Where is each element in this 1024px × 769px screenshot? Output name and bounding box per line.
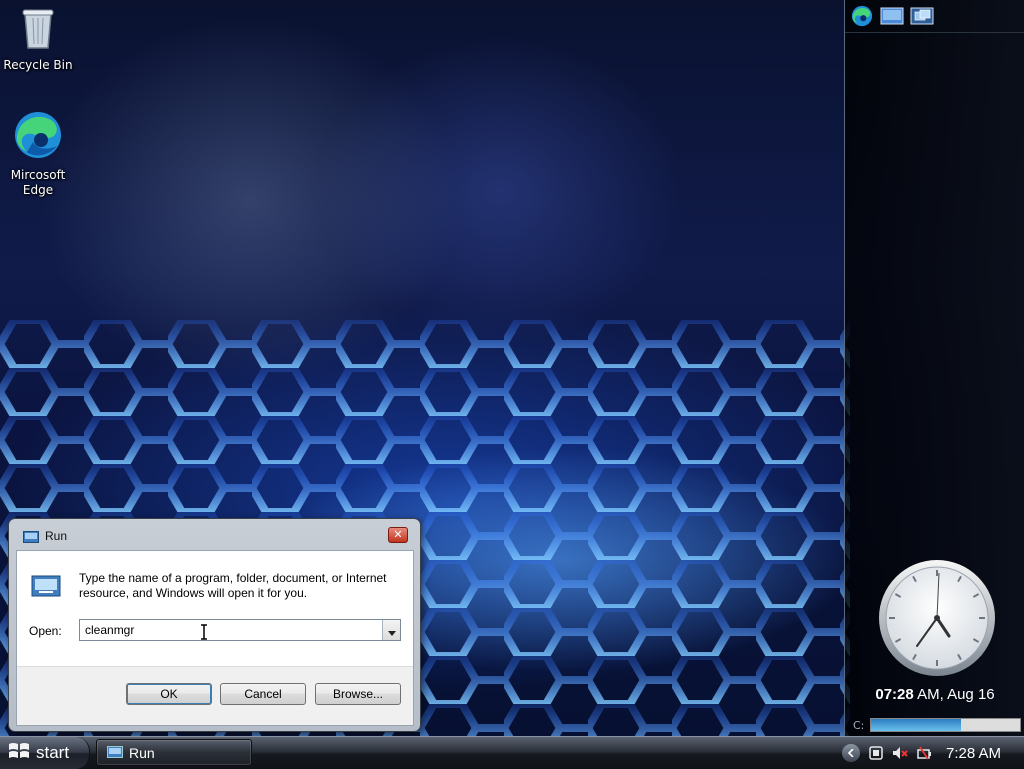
drive-usage-bar: [870, 718, 1021, 732]
recycle-bin-icon: [1, 6, 75, 54]
drive-meter-gadget: C:: [853, 718, 1021, 732]
switch-windows-icon[interactable]: [910, 6, 934, 26]
volume-muted-icon[interactable]: [892, 745, 908, 761]
run-dialog-title: Run: [45, 529, 68, 543]
run-dialog: Run ✕ Type the name of a program, folder…: [9, 519, 420, 731]
chevron-down-icon: [387, 621, 396, 640]
cancel-button[interactable]: Cancel: [220, 683, 306, 705]
desktop-icon-edge[interactable]: Mircosoft Edge: [1, 110, 75, 198]
taskbar-button-label: Run: [129, 744, 155, 761]
desktop-icon-label: Mircosoft Edge: [10, 168, 66, 197]
run-dialog-titlebar[interactable]: Run ✕: [9, 519, 420, 549]
network-icon[interactable]: [868, 745, 884, 761]
sidebar-clock-text: 07:28 AM, Aug 16: [845, 686, 1024, 703]
taskbar: start Run 7:28 AM: [0, 736, 1024, 769]
desktop-icon-recycle-bin[interactable]: Recycle Bin: [1, 6, 75, 73]
drive-usage-fill: [871, 719, 961, 731]
start-label: start: [36, 743, 70, 762]
sidebar-clock-date: AM, Aug 16: [913, 686, 995, 703]
close-button[interactable]: ✕: [388, 527, 408, 543]
browse-button[interactable]: Browse...: [315, 683, 401, 705]
drive-label: C:: [853, 718, 865, 732]
taskbar-button-run[interactable]: Run: [96, 739, 252, 766]
sidebar-clock-time: 07:28: [875, 686, 914, 703]
open-dropdown-button[interactable]: [382, 620, 400, 640]
tray-clock[interactable]: 7:28 AM: [946, 745, 1001, 762]
run-icon: [107, 745, 123, 761]
chevron-left-icon: [847, 747, 855, 760]
notification-area: 7:28 AM: [838, 737, 1024, 769]
windows-logo-icon: [8, 741, 30, 766]
run-dialog-body: Type the name of a program, folder, docu…: [16, 550, 414, 726]
analog-clock-gadget[interactable]: [877, 558, 997, 678]
sidebar-toolbar: [845, 0, 1024, 33]
start-button[interactable]: start: [0, 737, 90, 769]
run-icon: [23, 528, 39, 547]
open-label: Open:: [29, 624, 62, 638]
run-program-icon: [31, 575, 61, 601]
text-cursor-icon: [201, 624, 207, 640]
edge-icon: [1, 110, 75, 164]
show-hidden-icons-chevron[interactable]: [842, 744, 860, 762]
show-desktop-icon[interactable]: [880, 6, 904, 26]
open-combobox[interactable]: [79, 619, 401, 641]
open-input[interactable]: [80, 620, 378, 640]
windows-sidebar: 07:28 AM, Aug 16 C:: [844, 0, 1024, 736]
edge-icon[interactable]: [850, 5, 874, 27]
ok-button[interactable]: OK: [126, 683, 212, 705]
power-icon[interactable]: [916, 745, 932, 761]
close-icon: ✕: [393, 528, 403, 541]
run-description: Type the name of a program, folder, docu…: [79, 571, 387, 600]
desktop-icon-label: Recycle Bin: [3, 58, 73, 72]
